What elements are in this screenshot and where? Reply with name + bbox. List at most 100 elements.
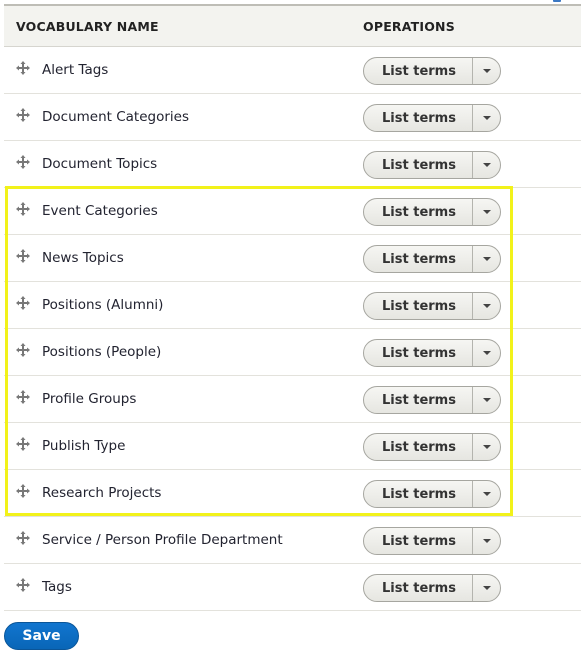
operations-cell: List terms [363, 423, 581, 470]
operations-dropbutton: List terms [363, 104, 501, 132]
chevron-down-icon [482, 69, 491, 73]
list-terms-button[interactable]: List terms [364, 481, 472, 507]
save-button[interactable]: Save [4, 622, 79, 650]
operations-toggle-button[interactable] [472, 528, 500, 554]
operations-dropbutton: List terms [363, 57, 501, 85]
column-header-operations: OPERATIONS [363, 18, 455, 34]
vocabulary-name-cell: Event Categories [4, 188, 363, 235]
operations-dropbutton: List terms [363, 245, 501, 273]
table-row: Document Topics List terms [4, 141, 581, 188]
vocabulary-name-cell: Document Categories [4, 94, 363, 141]
vocabulary-name: Document Categories [42, 109, 189, 125]
operations-toggle-button[interactable] [472, 434, 500, 460]
table-row: Document Categories List terms [4, 94, 581, 141]
chevron-down-icon [482, 116, 491, 120]
operations-toggle-button[interactable] [472, 152, 500, 178]
vocabulary-name: Positions (People) [42, 344, 162, 360]
vocabulary-name-cell: News Topics [4, 235, 363, 282]
operations-cell: List terms [363, 47, 581, 94]
vocabulary-name-cell: Tags [4, 564, 363, 611]
table-row: Publish Type List terms [4, 423, 581, 470]
vocabulary-name-cell: Profile Groups [4, 376, 363, 423]
operations-dropbutton: List terms [363, 151, 501, 179]
drag-handle-icon[interactable] [16, 343, 30, 357]
vocabulary-name: Alert Tags [42, 62, 109, 78]
drag-handle-icon[interactable] [16, 249, 30, 263]
operations-toggle-button[interactable] [472, 481, 500, 507]
operations-dropbutton: List terms [363, 527, 501, 555]
drag-handle-icon[interactable] [16, 108, 30, 122]
table-header-row: VOCABULARY NAME OPERATIONS [4, 5, 581, 47]
list-terms-button[interactable]: List terms [364, 105, 472, 131]
operations-cell: List terms [363, 564, 581, 611]
operations-cell: List terms [363, 188, 581, 235]
chevron-down-icon [482, 304, 491, 308]
table-row: Tags List terms [4, 564, 581, 611]
operations-dropbutton: List terms [363, 433, 501, 461]
list-terms-button[interactable]: List terms [364, 58, 472, 84]
chevron-down-icon [482, 586, 491, 590]
drag-handle-icon[interactable] [16, 531, 30, 545]
drag-handle-icon[interactable] [16, 484, 30, 498]
operations-cell: List terms [363, 94, 581, 141]
operations-cell: List terms [363, 517, 581, 564]
operations-dropbutton: List terms [363, 480, 501, 508]
chevron-down-icon [482, 257, 491, 261]
vocabulary-name-cell: Positions (Alumni) [4, 282, 363, 329]
operations-cell: List terms [363, 376, 581, 423]
chevron-down-icon [482, 492, 491, 496]
operations-dropbutton: List terms [363, 386, 501, 414]
top-link-fragment[interactable] [553, 0, 561, 2]
list-terms-button[interactable]: List terms [364, 434, 472, 460]
table-row: Service / Person Profile Department List … [4, 517, 581, 564]
drag-handle-icon[interactable] [16, 390, 30, 404]
table-row: Event Categories List terms [4, 188, 581, 235]
drag-handle-icon[interactable] [16, 202, 30, 216]
operations-toggle-button[interactable] [472, 293, 500, 319]
table-row: News Topics List terms [4, 235, 581, 282]
vocabulary-name: Publish Type [42, 438, 126, 454]
operations-dropbutton: List terms [363, 574, 501, 602]
vocabulary-name-cell: Service / Person Profile Department [4, 517, 363, 564]
operations-toggle-button[interactable] [472, 246, 500, 272]
operations-cell: List terms [363, 282, 581, 329]
drag-handle-icon[interactable] [16, 296, 30, 310]
operations-toggle-button[interactable] [472, 105, 500, 131]
operations-cell: List terms [363, 470, 581, 517]
operations-dropbutton: List terms [363, 292, 501, 320]
drag-handle-icon[interactable] [16, 155, 30, 169]
operations-dropbutton: List terms [363, 339, 501, 367]
operations-toggle-button[interactable] [472, 58, 500, 84]
operations-toggle-button[interactable] [472, 387, 500, 413]
vocabulary-table: VOCABULARY NAME OPERATIONS Alert Tags Lis… [4, 4, 581, 611]
list-terms-button[interactable]: List terms [364, 387, 472, 413]
vocabulary-name: News Topics [42, 250, 124, 266]
table-row: Profile Groups List terms [4, 376, 581, 423]
vocabulary-name: Research Projects [42, 485, 162, 501]
chevron-down-icon [482, 163, 491, 167]
operations-toggle-button[interactable] [472, 199, 500, 225]
list-terms-button[interactable]: List terms [364, 293, 472, 319]
vocabulary-name: Event Categories [42, 203, 158, 219]
chevron-down-icon [482, 445, 491, 449]
operations-toggle-button[interactable] [472, 340, 500, 366]
operations-toggle-button[interactable] [472, 575, 500, 601]
list-terms-button[interactable]: List terms [364, 340, 472, 366]
drag-handle-icon[interactable] [16, 578, 30, 592]
list-terms-button[interactable]: List terms [364, 575, 472, 601]
vocabulary-name-cell: Document Topics [4, 141, 363, 188]
drag-handle-icon[interactable] [16, 437, 30, 451]
chevron-down-icon [482, 210, 491, 214]
vocabulary-name-cell: Research Projects [4, 470, 363, 517]
list-terms-button[interactable]: List terms [364, 199, 472, 225]
operations-cell: List terms [363, 329, 581, 376]
list-terms-button[interactable]: List terms [364, 152, 472, 178]
table-row: Research Projects List terms [4, 470, 581, 517]
list-terms-button[interactable]: List terms [364, 246, 472, 272]
vocabulary-name: Tags [42, 579, 72, 595]
chevron-down-icon [482, 539, 491, 543]
drag-handle-icon[interactable] [16, 61, 30, 75]
vocabulary-name-cell: Alert Tags [4, 47, 363, 94]
vocabulary-name-cell: Positions (People) [4, 329, 363, 376]
list-terms-button[interactable]: List terms [364, 528, 472, 554]
